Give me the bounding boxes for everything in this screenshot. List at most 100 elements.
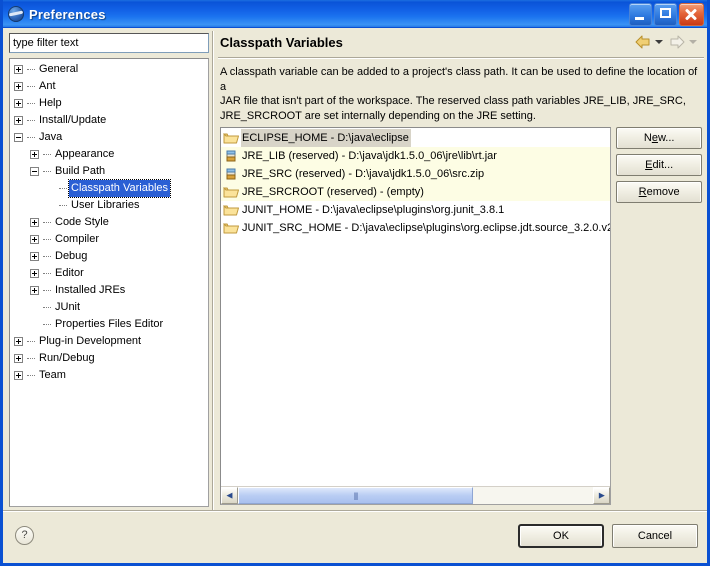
edit-button-label-post: dit... [652, 159, 673, 171]
tree-item-label: Installed JREs [53, 282, 127, 299]
pane-divider [212, 31, 213, 511]
description-line-2: JAR file that isn't part of the workspac… [220, 94, 699, 109]
tree-item-label: Debug [53, 248, 89, 265]
tree-item-label: Compiler [53, 231, 101, 248]
close-button[interactable] [679, 3, 704, 26]
classpath-variable-label: ECLIPSE_HOME - D:\java\eclipse [241, 129, 411, 147]
tree-expander-minus-icon[interactable] [14, 133, 23, 142]
page-title: Classpath Variables [215, 31, 704, 55]
tree-item-properties-files-editor[interactable]: Properties Files Editor [10, 316, 208, 333]
tree-connector-line [43, 171, 51, 173]
preferences-tree[interactable]: GeneralAntHelpInstall/UpdateJavaAppearan… [9, 58, 209, 507]
tree-connector-line [27, 69, 35, 71]
jar-icon [223, 167, 240, 181]
tree-item-label: Install/Update [37, 112, 108, 129]
tree-expander-plus-icon[interactable] [14, 99, 23, 108]
tree-item-label: Team [37, 367, 68, 384]
tree-item-installed-jres[interactable]: Installed JREs [10, 282, 208, 299]
window-title: Preferences [29, 7, 106, 22]
jar-icon [223, 149, 240, 163]
classpath-variable-label: JRE_LIB (reserved) - D:\java\jdk1.5.0_06… [241, 147, 499, 165]
tree-item-label: Build Path [53, 163, 107, 180]
cancel-button[interactable]: Cancel [612, 524, 698, 548]
folder-icon [223, 185, 240, 199]
tree-connector-line [27, 86, 35, 88]
tree-connector-line [43, 239, 51, 241]
tree-connector-line [59, 205, 67, 207]
maximize-button[interactable] [654, 3, 677, 26]
edit-button[interactable]: Edit... [616, 154, 702, 176]
tree-expander-plus-icon[interactable] [30, 286, 39, 295]
tree-item-help[interactable]: Help [10, 95, 208, 112]
help-icon[interactable]: ? [15, 526, 34, 545]
ok-button[interactable]: OK [518, 524, 604, 548]
tree-expander-plus-icon[interactable] [14, 337, 23, 346]
remove-button-label-post: emove [647, 186, 680, 198]
tree-item-editor[interactable]: Editor [10, 265, 208, 282]
tree-connector-line [59, 188, 67, 190]
classpath-variable-label: JRE_SRC (reserved) - D:\java\jdk1.5.0_06… [241, 165, 486, 183]
tree-connector-line [43, 222, 51, 224]
tree-item-run-debug[interactable]: Run/Debug [10, 350, 208, 367]
classpath-variable-row[interactable]: JUNIT_HOME - D:\java\eclipse\plugins\org… [221, 201, 610, 219]
window-controls [629, 3, 704, 26]
scroll-track[interactable] [238, 487, 593, 504]
tree-item-label: Ant [37, 78, 58, 95]
tree-item-junit[interactable]: JUnit [10, 299, 208, 316]
classpath-variable-row[interactable]: JRE_LIB (reserved) - D:\java\jdk1.5.0_06… [221, 147, 610, 165]
tree-expander-plus-icon[interactable] [14, 116, 23, 125]
tree-item-plug-in-development[interactable]: Plug-in Development [10, 333, 208, 350]
tree-expander-minus-icon[interactable] [30, 167, 39, 176]
tree-item-general[interactable]: General [10, 61, 208, 78]
classpath-variable-row[interactable]: ECLIPSE_HOME - D:\java\eclipse [221, 129, 610, 147]
variables-area: ECLIPSE_HOME - D:\java\eclipseJRE_LIB (r… [220, 127, 702, 505]
tree-leaf-spacer [30, 320, 39, 329]
description-line-1: A classpath variable can be added to a p… [220, 65, 699, 94]
scroll-thumb[interactable] [238, 487, 473, 504]
tree-expander-plus-icon[interactable] [14, 65, 23, 74]
tree-item-appearance[interactable]: Appearance [10, 146, 208, 163]
preferences-dialog: Preferences GeneralAntHelpInstall/Update… [0, 0, 710, 566]
tree-expander-plus-icon[interactable] [14, 371, 23, 380]
tree-item-label: JUnit [53, 299, 82, 316]
tree-connector-line [43, 290, 51, 292]
tree-item-classpath-variables[interactable]: Classpath Variables [10, 180, 208, 197]
tree-item-debug[interactable]: Debug [10, 248, 208, 265]
remove-button[interactable]: Remove [616, 181, 702, 203]
minimize-button[interactable] [629, 3, 652, 26]
tree-item-label: Appearance [53, 146, 116, 163]
tree-item-build-path[interactable]: Build Path [10, 163, 208, 180]
classpath-variable-row[interactable]: JRE_SRCROOT (reserved) - (empty) [221, 183, 610, 201]
tree-expander-plus-icon[interactable] [30, 269, 39, 278]
classpath-variable-row[interactable]: JRE_SRC (reserved) - D:\java\jdk1.5.0_06… [221, 165, 610, 183]
tree-expander-plus-icon[interactable] [30, 150, 39, 159]
tree-item-user-libraries[interactable]: User Libraries [10, 197, 208, 214]
folder-icon [223, 131, 240, 145]
page-column: Classpath Variables [215, 31, 704, 509]
tree-item-code-style[interactable]: Code Style [10, 214, 208, 231]
tree-expander-plus-icon[interactable] [30, 235, 39, 244]
tree-expander-plus-icon[interactable] [14, 354, 23, 363]
classpath-variable-label: JUNIT_SRC_HOME - D:\java\eclipse\plugins… [241, 219, 610, 237]
tree-item-install-update[interactable]: Install/Update [10, 112, 208, 129]
tree-expander-plus-icon[interactable] [30, 252, 39, 261]
tree-expander-plus-icon[interactable] [30, 218, 39, 227]
classpath-variable-row[interactable]: JUNIT_SRC_HOME - D:\java\eclipse\plugins… [221, 219, 610, 237]
tree-item-team[interactable]: Team [10, 367, 208, 384]
tree-expander-plus-icon[interactable] [14, 82, 23, 91]
description-line-3: JRE_SRCROOT are set internally depending… [220, 109, 699, 124]
forward-dropdown-caret-icon [689, 40, 697, 44]
scroll-left-arrow-icon: ◄ [225, 490, 235, 501]
tree-item-compiler[interactable]: Compiler [10, 231, 208, 248]
new-button[interactable]: New... [616, 127, 702, 149]
filter-input[interactable] [9, 33, 209, 53]
list-horizontal-scrollbar[interactable]: ◄ ► [221, 486, 610, 504]
tree-item-java[interactable]: Java [10, 129, 208, 146]
title-bar: Preferences [3, 0, 707, 28]
scroll-left-button[interactable]: ◄ [221, 487, 238, 504]
classpath-variables-list[interactable]: ECLIPSE_HOME - D:\java\eclipseJRE_LIB (r… [220, 127, 611, 505]
tree-item-ant[interactable]: Ant [10, 78, 208, 95]
back-dropdown-caret-icon[interactable] [655, 40, 663, 44]
scroll-right-button[interactable]: ► [593, 487, 610, 504]
back-arrow-icon[interactable] [634, 34, 652, 50]
